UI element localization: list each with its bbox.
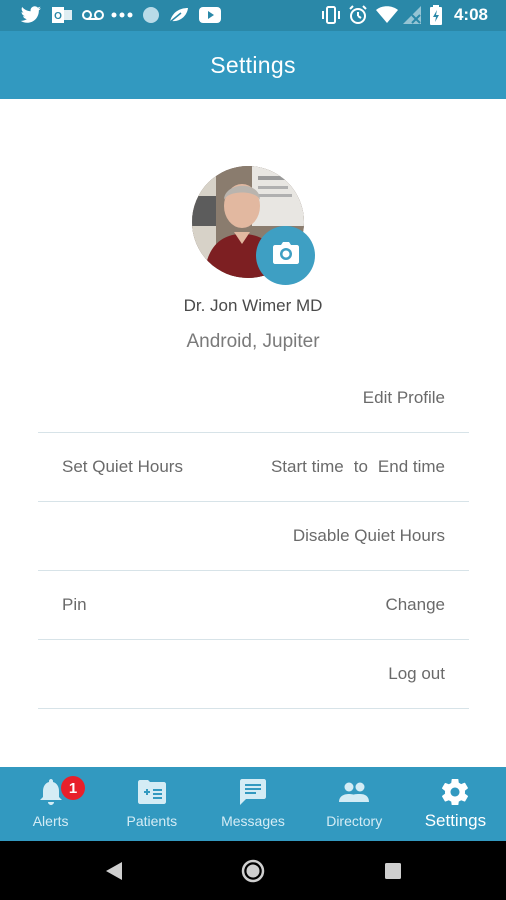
system-nav-bar [0,841,506,900]
disable-quiet-hours-row: Disable Quiet Hours [38,502,469,571]
change-pin-button[interactable]: Change [385,571,445,639]
quiet-hours-range: Start time to End time [271,433,445,501]
message-icon [240,777,266,807]
voicemail-icon [82,5,104,25]
battery-icon [430,5,442,25]
alarm-icon [348,5,368,25]
leaf-icon [168,5,190,25]
nav-settings[interactable]: Settings [405,767,506,841]
start-time-field[interactable]: Start time [271,457,344,477]
nav-directory[interactable]: Directory [304,767,405,841]
outlook-icon: O [52,5,72,25]
alerts-badge: 1 [61,776,85,800]
status-time: 4:08 [453,5,488,24]
pin-row: Pin Change [38,571,469,640]
wifi-icon [376,5,398,25]
logout-row: Log out [38,640,469,709]
pin-label: Pin [62,595,87,614]
camera-icon [272,242,299,269]
disable-quiet-hours-button[interactable]: Disable Quiet Hours [293,502,445,570]
app-bar: Settings [0,31,506,99]
home-icon[interactable] [241,859,265,883]
profile-organization: Android, Jupiter [186,331,320,352]
nav-messages[interactable]: Messages [202,767,303,841]
youtube-icon [199,5,221,25]
nav-label: Directory [326,813,383,829]
profile-name: Dr. Jon Wimer MD [183,296,323,315]
nav-label: Settings [424,811,487,830]
quiet-hours-label: Set Quiet Hours [62,457,183,476]
time-separator: to [353,457,368,476]
logout-button[interactable]: Log out [388,640,445,708]
nav-label: Patients [126,813,178,829]
bell-icon [39,777,62,807]
no-signal-icon [403,5,421,25]
patient-card-icon [137,777,166,807]
nav-patients[interactable]: Patients [101,767,202,841]
vibrate-icon [320,5,342,25]
recents-icon[interactable] [381,859,405,883]
people-icon [339,777,370,807]
twitter-icon [20,5,42,25]
back-icon[interactable] [102,859,126,883]
change-photo-button[interactable] [256,226,315,285]
page-title: Settings [210,51,296,78]
nav-label: Alerts [32,813,69,829]
circle-app-icon [142,5,160,25]
nav-label: Messages [221,813,285,829]
more-dots-icon [111,5,133,25]
quiet-hours-row: Set Quiet Hours Start time to End time [38,433,469,502]
nav-alerts[interactable]: Alerts 1 [0,767,101,841]
edit-profile-link[interactable]: Edit Profile [363,364,445,432]
gear-icon [442,777,469,807]
bottom-nav: Alerts 1 Patients Messages Directory Set… [0,767,506,841]
edit-profile-row: Edit Profile [38,364,469,433]
svg-text:O: O [54,11,62,22]
end-time-field[interactable]: End time [378,457,445,477]
status-bar: O 4:08 [0,0,506,31]
